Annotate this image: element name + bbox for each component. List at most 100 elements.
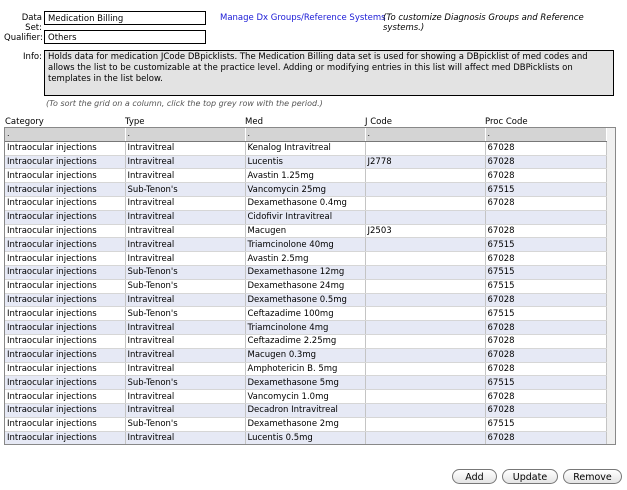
cell-type: Intravitreal <box>125 237 246 253</box>
cell-med: Macugen 0.3mg <box>245 348 366 363</box>
cell-med: Kenalog Intravitreal <box>245 141 366 156</box>
sort-hint: (To sort the grid on a column, click the… <box>46 99 323 108</box>
table-row[interactable]: Intraocular injections Intravitreal Amphot… <box>5 362 607 377</box>
qualifier-field[interactable]: Others <box>44 30 206 44</box>
cell-proccode: 67028 <box>485 320 607 335</box>
cell-med: Cidofivir Intravitreal <box>245 210 366 225</box>
cell-jcode <box>365 251 486 266</box>
table-row[interactable]: Intraocular injections Intravitreal Ceftaz… <box>5 334 607 349</box>
cell-category: Intraocular injections <box>5 196 126 211</box>
cell-med: Lucentis <box>245 155 366 170</box>
sort-cell-type[interactable]: . <box>125 128 246 142</box>
cell-type: Sub-Tenon's <box>125 306 246 322</box>
cell-proccode: 67028 <box>485 334 607 349</box>
cell-category: Intraocular injections <box>5 251 126 266</box>
table-row[interactable]: Intraocular injections Sub-Tenon's Dexamet… <box>5 417 607 432</box>
cell-med: Ceftazadime 100mg <box>245 306 366 322</box>
table-row[interactable]: Intraocular injections Intravitreal Avasti… <box>5 168 607 184</box>
cell-jcode <box>365 334 486 349</box>
cell-proccode <box>485 210 607 225</box>
dataset-field[interactable]: Medication Billing <box>44 11 206 25</box>
cell-proccode: 67515 <box>485 182 607 197</box>
table-row[interactable]: Intraocular injections Sub-Tenon's Vancomy… <box>5 182 607 197</box>
cell-proccode: 67028 <box>485 431 607 444</box>
cell-proccode: 67515 <box>485 265 607 280</box>
table-row[interactable]: Intraocular injections Intravitreal Macuge… <box>5 348 607 363</box>
cell-proccode: 67028 <box>485 293 607 308</box>
cell-proccode: 67515 <box>485 237 607 253</box>
column-header-med: Med <box>245 117 263 127</box>
cell-med: Dexamethasone 0.4mg <box>245 196 366 211</box>
table-row[interactable]: Intraocular injections Intravitreal Triamc… <box>5 237 607 253</box>
cell-category: Intraocular injections <box>5 265 126 280</box>
cell-type: Intravitreal <box>125 334 246 349</box>
table-row[interactable]: Intraocular injections Intravitreal Vancom… <box>5 389 607 404</box>
info-label: Info: <box>23 52 42 62</box>
sort-cell-jcode[interactable]: . <box>365 128 486 142</box>
sort-row[interactable]: ..... <box>5 128 607 142</box>
cell-med: Avastin 2.5mg <box>245 251 366 266</box>
cell-category: Intraocular injections <box>5 431 126 444</box>
cell-med: Avastin 1.25mg <box>245 168 366 184</box>
cell-proccode: 67515 <box>485 375 607 391</box>
cell-category: Intraocular injections <box>5 293 126 308</box>
cell-category: Intraocular injections <box>5 403 126 418</box>
cell-jcode <box>365 389 486 404</box>
table-row[interactable]: Intraocular injections Intravitreal Macuge… <box>5 224 607 239</box>
sort-cell-category[interactable]: . <box>5 128 126 142</box>
column-header-proccode: Proc Code <box>485 117 528 127</box>
table-row[interactable]: Intraocular injections Sub-Tenon's Dexamet… <box>5 375 607 391</box>
table-row[interactable]: Intraocular injections Intravitreal Decadr… <box>5 403 607 418</box>
sort-cell-med[interactable]: . <box>245 128 366 142</box>
table-row[interactable]: Intraocular injections Intravitreal Kenalo… <box>5 141 607 156</box>
cell-jcode <box>365 348 486 363</box>
cell-category: Intraocular injections <box>5 348 126 363</box>
cell-med: Dexamethasone 2mg <box>245 417 366 432</box>
cell-type: Sub-Tenon's <box>125 417 246 432</box>
cell-category: Intraocular injections <box>5 375 126 391</box>
cell-type: Intravitreal <box>125 320 246 335</box>
dataset-label: Data Set: <box>21 13 42 33</box>
cell-med: Ceftazadime 2.25mg <box>245 334 366 349</box>
cell-type: Intravitreal <box>125 251 246 266</box>
cell-type: Intravitreal <box>125 196 246 211</box>
table-row[interactable]: Intraocular injections Intravitreal Triamc… <box>5 320 607 335</box>
cell-jcode: J2778 <box>365 155 486 170</box>
cell-proccode: 67028 <box>485 141 607 156</box>
table-row[interactable]: Intraocular injections Intravitreal Lucent… <box>5 431 607 444</box>
medication-table: ..... Intraocular injections Intravitreal K… <box>5 128 607 444</box>
table-row[interactable]: Intraocular injections Sub-Tenon's Dexamet… <box>5 279 607 294</box>
table-row[interactable]: Intraocular injections Sub-Tenon's Ceftaza… <box>5 306 607 322</box>
sort-cell-proccode[interactable]: . <box>485 128 607 142</box>
cell-jcode <box>365 417 486 432</box>
table-row[interactable]: Intraocular injections Intravitreal Dexame… <box>5 196 607 211</box>
table-row[interactable]: Intraocular injections Intravitreal Lucent… <box>5 155 607 170</box>
cell-category: Intraocular injections <box>5 389 126 404</box>
cell-type: Intravitreal <box>125 362 246 377</box>
table-row[interactable]: Intraocular injections Intravitreal Cidofi… <box>5 210 607 225</box>
add-button[interactable]: Add <box>452 469 497 484</box>
table-row[interactable]: Intraocular injections Intravitreal Dexame… <box>5 293 607 308</box>
cell-jcode <box>365 306 486 322</box>
table-row[interactable]: Intraocular injections Sub-Tenon's Dexamet… <box>5 265 607 280</box>
cell-jcode <box>365 168 486 184</box>
cell-jcode <box>365 403 486 418</box>
cell-type: Intravitreal <box>125 168 246 184</box>
cell-type: Intravitreal <box>125 210 246 225</box>
manage-dx-groups-link[interactable]: Manage Dx Groups/Reference Systems <box>220 13 386 23</box>
cell-proccode: 67028 <box>485 362 607 377</box>
update-button[interactable]: Update <box>502 469 558 484</box>
cell-jcode: J2503 <box>365 224 486 239</box>
cell-med: Dexamethasone 12mg <box>245 265 366 280</box>
cell-proccode: 67515 <box>485 417 607 432</box>
cell-jcode <box>365 237 486 253</box>
table-row[interactable]: Intraocular injections Intravitreal Avasti… <box>5 251 607 266</box>
remove-button[interactable]: Remove <box>563 469 622 484</box>
cell-type: Sub-Tenon's <box>125 182 246 197</box>
medication-grid[interactable]: ..... Intraocular injections Intravitreal K… <box>4 127 616 445</box>
cell-proccode: 67028 <box>485 196 607 211</box>
cell-jcode <box>365 210 486 225</box>
cell-jcode <box>365 279 486 294</box>
cell-category: Intraocular injections <box>5 362 126 377</box>
cell-jcode <box>365 182 486 197</box>
